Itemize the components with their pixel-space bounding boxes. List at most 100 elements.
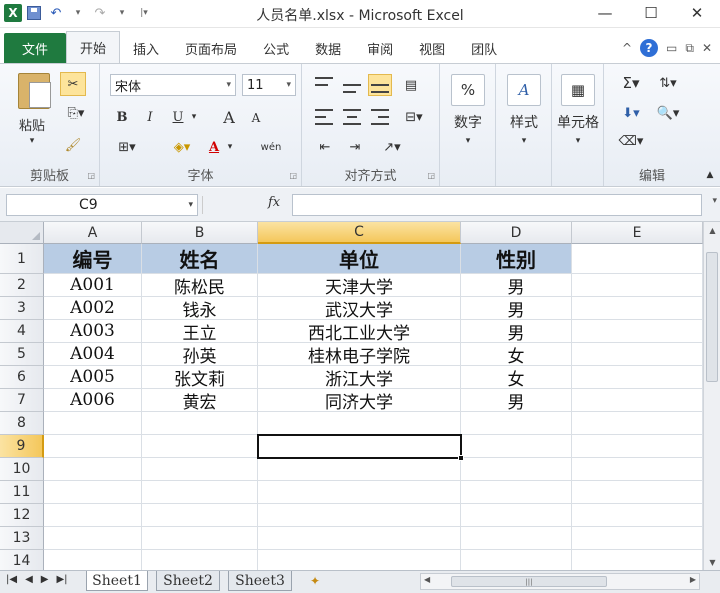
- empty-cell[interactable]: [461, 481, 572, 504]
- empty-cell[interactable]: [572, 550, 703, 570]
- scroll-left-icon[interactable]: ◀: [424, 575, 430, 584]
- empty-cell[interactable]: [142, 435, 258, 458]
- empty-cell[interactable]: [258, 412, 461, 435]
- tab-insert[interactable]: 插入: [120, 33, 172, 63]
- tab-view[interactable]: 视图: [406, 33, 458, 63]
- table-header-cell[interactable]: 姓名: [142, 244, 258, 274]
- empty-cell[interactable]: [44, 458, 142, 481]
- table-cell[interactable]: 男: [461, 274, 572, 297]
- row-header-11[interactable]: 11: [0, 481, 44, 504]
- empty-cell[interactable]: [461, 550, 572, 570]
- table-cell[interactable]: A001: [44, 274, 142, 297]
- decrease-indent-icon[interactable]: ⇤: [312, 136, 338, 158]
- doc-minimize-icon[interactable]: ▭: [666, 41, 677, 55]
- save-icon[interactable]: [24, 3, 44, 23]
- font-name-combo[interactable]: 宋体 ▾: [110, 74, 236, 96]
- row-header-12[interactable]: 12: [0, 504, 44, 527]
- row-header-1[interactable]: 1: [0, 244, 44, 274]
- row-header-8[interactable]: 8: [0, 412, 44, 435]
- row-header-13[interactable]: 13: [0, 527, 44, 550]
- empty-cell[interactable]: [572, 481, 703, 504]
- align-middle-icon[interactable]: [340, 74, 364, 96]
- empty-cell[interactable]: [258, 481, 461, 504]
- table-header-cell[interactable]: 编号: [44, 244, 142, 274]
- redo-icon[interactable]: ↷: [90, 3, 110, 23]
- empty-cell[interactable]: [461, 412, 572, 435]
- empty-cell[interactable]: [572, 297, 703, 320]
- row-header-5[interactable]: 5: [0, 343, 44, 366]
- prev-sheet-icon[interactable]: ◀: [25, 574, 33, 585]
- name-box-dropdown-icon[interactable]: ▾: [188, 200, 193, 210]
- align-center-icon[interactable]: [340, 106, 364, 128]
- tab-page-layout[interactable]: 页面布局: [172, 33, 250, 63]
- undo-icon[interactable]: ↶: [46, 3, 66, 23]
- scroll-up-icon[interactable]: ▲: [705, 222, 720, 238]
- styles-button-label[interactable]: 样式: [500, 112, 548, 132]
- sheet-tab-1[interactable]: Sheet1: [86, 571, 148, 591]
- close-button[interactable]: ✕: [674, 0, 720, 26]
- tab-home[interactable]: 开始: [66, 31, 121, 63]
- empty-cell[interactable]: [44, 504, 142, 527]
- fill-handle[interactable]: [458, 455, 464, 461]
- formula-bar-expand-icon[interactable]: ▾: [712, 196, 717, 206]
- empty-cell[interactable]: [461, 435, 572, 458]
- italic-button[interactable]: I: [140, 106, 160, 128]
- font-color-dropdown-icon[interactable]: ▾: [224, 136, 236, 158]
- empty-cell[interactable]: [572, 458, 703, 481]
- next-sheet-icon[interactable]: ▶: [41, 574, 49, 585]
- table-cell[interactable]: 男: [461, 320, 572, 343]
- wrap-text-icon[interactable]: ▤: [398, 74, 424, 96]
- row-header-4[interactable]: 4: [0, 320, 44, 343]
- paste-button-label[interactable]: 粘贴: [10, 114, 54, 134]
- tab-review[interactable]: 审阅: [354, 33, 406, 63]
- table-cell[interactable]: 男: [461, 297, 572, 320]
- fill-color-icon[interactable]: ◈▾: [166, 136, 198, 158]
- cells-button-label[interactable]: 单元格: [552, 112, 604, 132]
- empty-cell[interactable]: [572, 366, 703, 389]
- select-all-button[interactable]: [0, 222, 44, 244]
- table-header-cell[interactable]: 单位: [258, 244, 461, 274]
- clipboard-launcher-icon[interactable]: ◲: [87, 171, 95, 180]
- vertical-scrollbar[interactable]: ▲ ▼: [703, 222, 720, 570]
- scroll-down-icon[interactable]: ▼: [705, 554, 720, 570]
- doc-close-icon[interactable]: ✕: [702, 41, 712, 55]
- maximize-button[interactable]: ☐: [628, 0, 674, 26]
- empty-cell[interactable]: [44, 435, 142, 458]
- worksheet-grid[interactable]: A B C D E 1 编号 姓名 单位 性别 2 A001 陈松民 天津大学男 3 A002 钱永 武汉大学男 4…: [0, 222, 703, 570]
- insert-function-button[interactable]: fx: [268, 195, 280, 210]
- table-cell[interactable]: 孙英: [142, 343, 258, 366]
- customize-qat-icon[interactable]: |▾: [134, 3, 154, 23]
- table-cell[interactable]: 桂林电子学院: [258, 343, 461, 366]
- styles-icon[interactable]: A: [506, 72, 542, 108]
- first-sheet-icon[interactable]: |◀: [6, 574, 17, 585]
- empty-cell[interactable]: [258, 435, 461, 458]
- table-cell[interactable]: 浙江大学: [258, 366, 461, 389]
- column-header-b[interactable]: B: [142, 222, 258, 244]
- table-cell[interactable]: 陈松民: [142, 274, 258, 297]
- grow-font-button[interactable]: A: [218, 106, 240, 128]
- row-header-10[interactable]: 10: [0, 458, 44, 481]
- column-header-c[interactable]: C: [258, 222, 461, 244]
- alignment-launcher-icon[interactable]: ◲: [427, 171, 435, 180]
- empty-cell[interactable]: [142, 527, 258, 550]
- empty-cell[interactable]: [44, 481, 142, 504]
- row-header-6[interactable]: 6: [0, 366, 44, 389]
- column-header-d[interactable]: D: [461, 222, 572, 244]
- tab-formulas[interactable]: 公式: [250, 33, 302, 63]
- empty-cell[interactable]: [572, 274, 703, 297]
- tab-file[interactable]: 文件: [4, 33, 67, 63]
- table-cell[interactable]: 女: [461, 343, 572, 366]
- empty-cell[interactable]: [572, 244, 703, 274]
- number-format-icon[interactable]: %: [450, 72, 486, 108]
- font-color-button[interactable]: A: [204, 136, 224, 158]
- empty-cell[interactable]: [572, 389, 703, 412]
- find-select-icon[interactable]: 🔍▾: [650, 102, 686, 124]
- table-cell[interactable]: 张文莉: [142, 366, 258, 389]
- row-header-14[interactable]: 14: [0, 550, 44, 570]
- tab-data[interactable]: 数据: [302, 33, 354, 63]
- paste-dropdown-icon[interactable]: ▾: [24, 134, 40, 148]
- table-cell[interactable]: 女: [461, 366, 572, 389]
- table-cell[interactable]: 西北工业大学: [258, 320, 461, 343]
- row-header-7[interactable]: 7: [0, 389, 44, 412]
- underline-dropdown-icon[interactable]: ▾: [188, 106, 200, 128]
